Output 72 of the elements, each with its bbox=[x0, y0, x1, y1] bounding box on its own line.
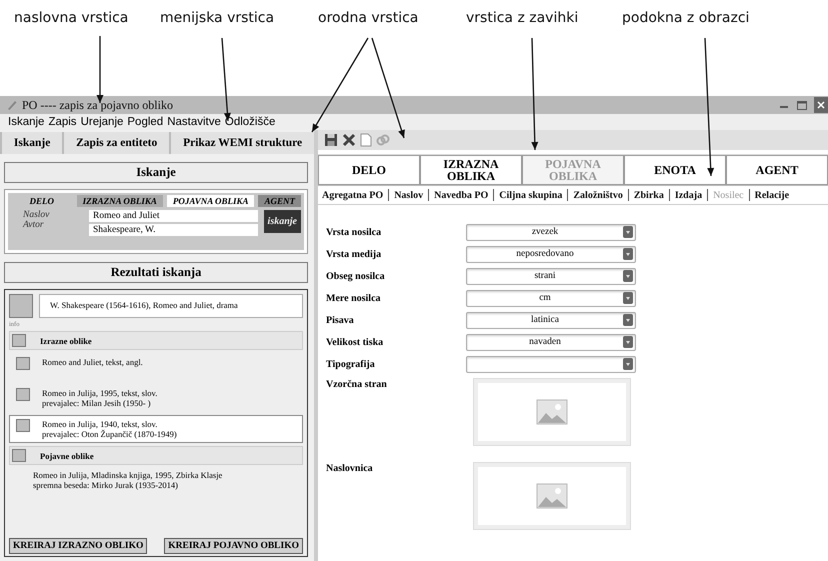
field-label: Obseg nosilca bbox=[326, 270, 386, 282]
annotation-label: orodna vrstica bbox=[318, 10, 418, 26]
image-placeholder-icon bbox=[536, 483, 568, 509]
toggle-square[interactable] bbox=[12, 334, 26, 347]
entity-tab[interactable]: IZRAZNA OBLIKA bbox=[420, 155, 522, 185]
close-icon[interactable] bbox=[342, 133, 356, 147]
field-label: Vzorčna stran bbox=[326, 379, 388, 390]
field-label: Naslov bbox=[23, 210, 50, 220]
create-button[interactable]: KREIRAJ IZRAZNO OBLIKO bbox=[9, 538, 148, 554]
sub-tab[interactable]: Založništvo bbox=[571, 190, 625, 200]
field-label: Velikost tiska bbox=[326, 336, 384, 348]
dropdown-field[interactable]: navaden bbox=[466, 334, 636, 350]
field-label: Naslovnica bbox=[326, 463, 374, 474]
search-field[interactable]: Shakespeare, W. bbox=[89, 224, 258, 236]
section-title: Pojavne oblike bbox=[40, 450, 94, 460]
sub-tab[interactable]: Naslov bbox=[392, 190, 426, 200]
annotation-label: vrstica z zavihki bbox=[466, 10, 578, 26]
entity-tab[interactable]: ENOTA bbox=[624, 155, 726, 185]
annotation-label: podokna z obrazci bbox=[622, 10, 750, 26]
sub-tab[interactable]: Izdaja bbox=[672, 190, 704, 200]
sub-tab[interactable]: Relacije bbox=[752, 190, 792, 200]
manifestation-entry[interactable]: Romeo in Julija, Mladinska knjiga, 1995, Zbirka Klasje spremna beseda: Mirko Jurak (1935-2014) bbox=[9, 468, 303, 498]
select-square[interactable] bbox=[16, 419, 30, 432]
pen-icon bbox=[6, 99, 18, 111]
field-label: Pisava bbox=[326, 314, 355, 326]
dropdown-field[interactable]: zvezek bbox=[466, 224, 636, 240]
thumbnail-square bbox=[9, 294, 33, 318]
dropdown-field[interactable]: cm bbox=[466, 290, 636, 306]
entity-tab[interactable]: AGENT bbox=[258, 195, 301, 207]
sub-tab[interactable]: Ciljna skupina bbox=[497, 190, 564, 200]
work-entry[interactable]: W. Shakespeare (1564-1616), Romeo and Juliet, drama bbox=[39, 294, 303, 318]
field-label: Vrsta nosilca bbox=[326, 226, 382, 238]
dropdown-field[interactable] bbox=[466, 356, 636, 372]
sub-tab[interactable]: Navedba PO bbox=[432, 190, 490, 200]
menu-item[interactable]: Odložišče bbox=[224, 116, 276, 128]
select-square[interactable] bbox=[16, 388, 30, 401]
menu-item[interactable]: Pogled bbox=[127, 116, 164, 128]
entity-tab[interactable]: IZRAZNA OBLIKA bbox=[76, 195, 163, 207]
section-title: Izrazne oblike bbox=[40, 336, 92, 346]
maximize-icon[interactable] bbox=[796, 99, 808, 111]
image-placeholder-icon bbox=[536, 399, 568, 425]
menu-item[interactable]: Zapis bbox=[48, 116, 77, 128]
section-header: Rezultati iskanja bbox=[4, 262, 308, 283]
annotation-label: menijska vrstica bbox=[160, 10, 274, 26]
entity-tab[interactable]: DELO bbox=[318, 155, 420, 185]
dropdown-field[interactable]: latinica bbox=[466, 312, 636, 328]
leader-arrow bbox=[96, 36, 104, 103]
expression-entry[interactable]: Romeo and Juliet, tekst, angl. bbox=[42, 357, 143, 367]
annotation-label: naslovna vrstica bbox=[14, 10, 128, 26]
window-title: PO ---- zapis za pojavno obliko bbox=[22, 98, 173, 112]
expression-entry[interactable]: Romeo in Julija, 1995, tekst, slov. prevajalec: Milan Jesih (1950- ) bbox=[42, 388, 158, 408]
create-button[interactable]: KREIRAJ POJAVNO OBLIKO bbox=[164, 538, 303, 554]
menu-item[interactable]: Nastavitve bbox=[167, 116, 221, 128]
field-label: Vrsta medija bbox=[326, 248, 382, 260]
toggle-square[interactable] bbox=[12, 449, 26, 462]
field-label: Tipografija bbox=[326, 358, 376, 370]
select-square[interactable] bbox=[16, 357, 30, 370]
dropdown-field[interactable]: neposredovano bbox=[466, 246, 636, 262]
field-label: Avtor bbox=[23, 220, 45, 230]
save-icon[interactable] bbox=[324, 133, 338, 147]
field-label: Mere nosilca bbox=[326, 292, 382, 304]
entity-tab[interactable]: POJAVNA OBLIKA bbox=[166, 195, 254, 207]
sub-tab[interactable]: Zbirka bbox=[632, 190, 666, 200]
menu-item[interactable]: Iskanje bbox=[8, 116, 44, 128]
search-button[interactable]: iskanje bbox=[264, 210, 301, 233]
section-header: Iskanje bbox=[4, 162, 308, 183]
close-icon[interactable] bbox=[814, 97, 828, 113]
dropdown-field[interactable]: strani bbox=[466, 268, 636, 284]
entity-tab[interactable]: AGENT bbox=[726, 155, 828, 185]
menu-item[interactable]: Urejanje bbox=[80, 116, 124, 128]
sub-tab[interactable]: Agregatna PO bbox=[320, 190, 386, 200]
search-field[interactable]: Romeo and Juliet bbox=[89, 210, 258, 222]
